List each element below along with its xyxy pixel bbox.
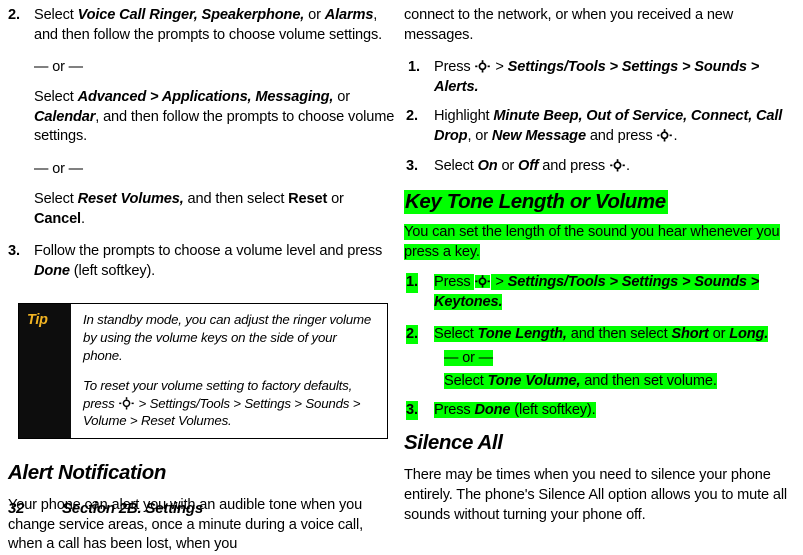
step-number: 1. <box>408 59 420 76</box>
right-column: connect to the network, or when you rece… <box>404 0 792 525</box>
key-tone-step-1: 1. Press > Settings/Tools > Settings > S… <box>404 273 792 312</box>
page-number: 32 <box>8 500 25 517</box>
key-tone-step-2: 2. Select Tone Length, and then select S… <box>404 324 792 392</box>
step-number: 1. <box>406 273 418 293</box>
manual-page: 2. Select Voice Call Ringer, Speakerphon… <box>0 0 803 552</box>
alert-step-2: 2. Highlight Minute Beep, Out of Service… <box>404 107 792 146</box>
step-text: Highlight Minute Beep, Out of Service, C… <box>434 108 783 144</box>
navigation-key-icon <box>610 158 625 172</box>
navigation-key-icon <box>475 275 491 289</box>
emphasis-menu-path: Voice Call Ringer, Speakerphone, <box>77 7 305 23</box>
emphasis-option-long: Long. <box>729 325 769 342</box>
step-text: Follow the prompts to choose a volume le… <box>34 243 383 279</box>
heading-alert-notification: Alert Notification <box>8 460 166 484</box>
emphasis-menu-item: Alarms <box>324 7 374 23</box>
tip-paragraph-2: To reset your volume setting to factory … <box>83 378 361 429</box>
bold-option-cancel: Cancel <box>34 210 81 227</box>
or-separator-key-tone: — or — <box>444 350 493 367</box>
navigation-key-icon <box>475 60 491 73</box>
emphasis-tone-volume: Tone Volume, <box>487 373 581 390</box>
emphasis-option-on: On <box>477 157 498 174</box>
footer-section-title: Section 2B. Settings <box>62 500 204 517</box>
step-number: 2. <box>8 7 20 23</box>
silence-all-body: There may be times when you need to sile… <box>404 467 787 523</box>
navigation-key-icon <box>119 396 134 410</box>
emphasis-menu-path: Advanced > Applications, Messaging, <box>77 89 334 106</box>
step-number: 3. <box>406 157 418 174</box>
step-text: Select On or Off and press . <box>434 157 630 174</box>
step-text: Press > Settings/Tools > Settings > Soun… <box>434 59 760 95</box>
alert-step-3: 3. Select On or Off and press . <box>404 157 792 177</box>
tip-paragraph-1: In standby mode, you can adjust the ring… <box>83 312 372 363</box>
page-footer: 32 Section 2B. Settings <box>8 500 203 517</box>
alternative-path-1: Select Advanced > Applications, Messagin… <box>34 89 395 145</box>
step-number: 3. <box>406 400 418 421</box>
emphasis-option-off: Off <box>518 157 539 174</box>
heading-silence-all: Silence All <box>404 431 503 455</box>
step-item-volume-3: 3. Follow the prompts to choose a volume… <box>8 242 396 281</box>
continued-paragraph: connect to the network, or when you rece… <box>404 7 734 43</box>
step-text: Select Tone Length, and then select Shor… <box>434 325 769 342</box>
step-number: 2. <box>406 108 418 125</box>
step-number: 3. <box>8 243 20 260</box>
tip-callout-box: Tip In standby mode, you can adjust the … <box>18 303 388 439</box>
emphasis-tone-length: Tone Length, <box>477 325 567 342</box>
navigation-key-icon <box>657 129 673 142</box>
alternative-path-2: Select Reset Volumes, and then select Re… <box>34 190 344 227</box>
alert-step-1: 1. Press > Settings/Tools > Settings > S… <box>404 58 792 97</box>
step-item-volume-2: 2. Select Voice Call Ringer, Speakerphon… <box>8 6 396 45</box>
emphasis-menu-item: Calendar <box>34 108 96 125</box>
or-separator-1: — or — <box>34 59 83 76</box>
key-tone-step-3: 3. Press Done (left softkey). <box>404 400 792 421</box>
emphasis-softkey-done: Done <box>474 401 511 418</box>
key-tone-alternative: Select Tone Volume, and then set volume. <box>444 373 717 390</box>
emphasis-menu-item: Reset Volumes, <box>77 190 184 207</box>
tip-label-cell: Tip <box>19 304 71 438</box>
step-text: Press > Settings/Tools > Settings > Soun… <box>434 274 760 310</box>
step-text: Press Done (left softkey). <box>434 401 596 418</box>
tip-body: In standby mode, you can adjust the ring… <box>71 304 387 438</box>
bold-option-reset: Reset <box>288 190 328 207</box>
or-separator-2: — or — <box>34 160 83 177</box>
left-column: 2. Select Voice Call Ringer, Speakerphon… <box>8 0 396 555</box>
step-text: Select Voice Call Ringer, Speakerphone, … <box>34 7 383 43</box>
emphasis-option-short: Short <box>671 325 709 342</box>
emphasis-softkey-done: Done <box>34 262 70 279</box>
key-tone-body: You can set the length of the sound you … <box>404 224 780 260</box>
heading-key-tone-length-or-volume: Key Tone Length or Volume <box>404 190 668 215</box>
emphasis-new-message: New Message <box>491 127 586 144</box>
tip-label: Tip <box>27 312 48 329</box>
step-number: 2. <box>406 324 418 345</box>
heading-key-tone-wrap: Key Tone Length or Volume <box>404 190 792 215</box>
